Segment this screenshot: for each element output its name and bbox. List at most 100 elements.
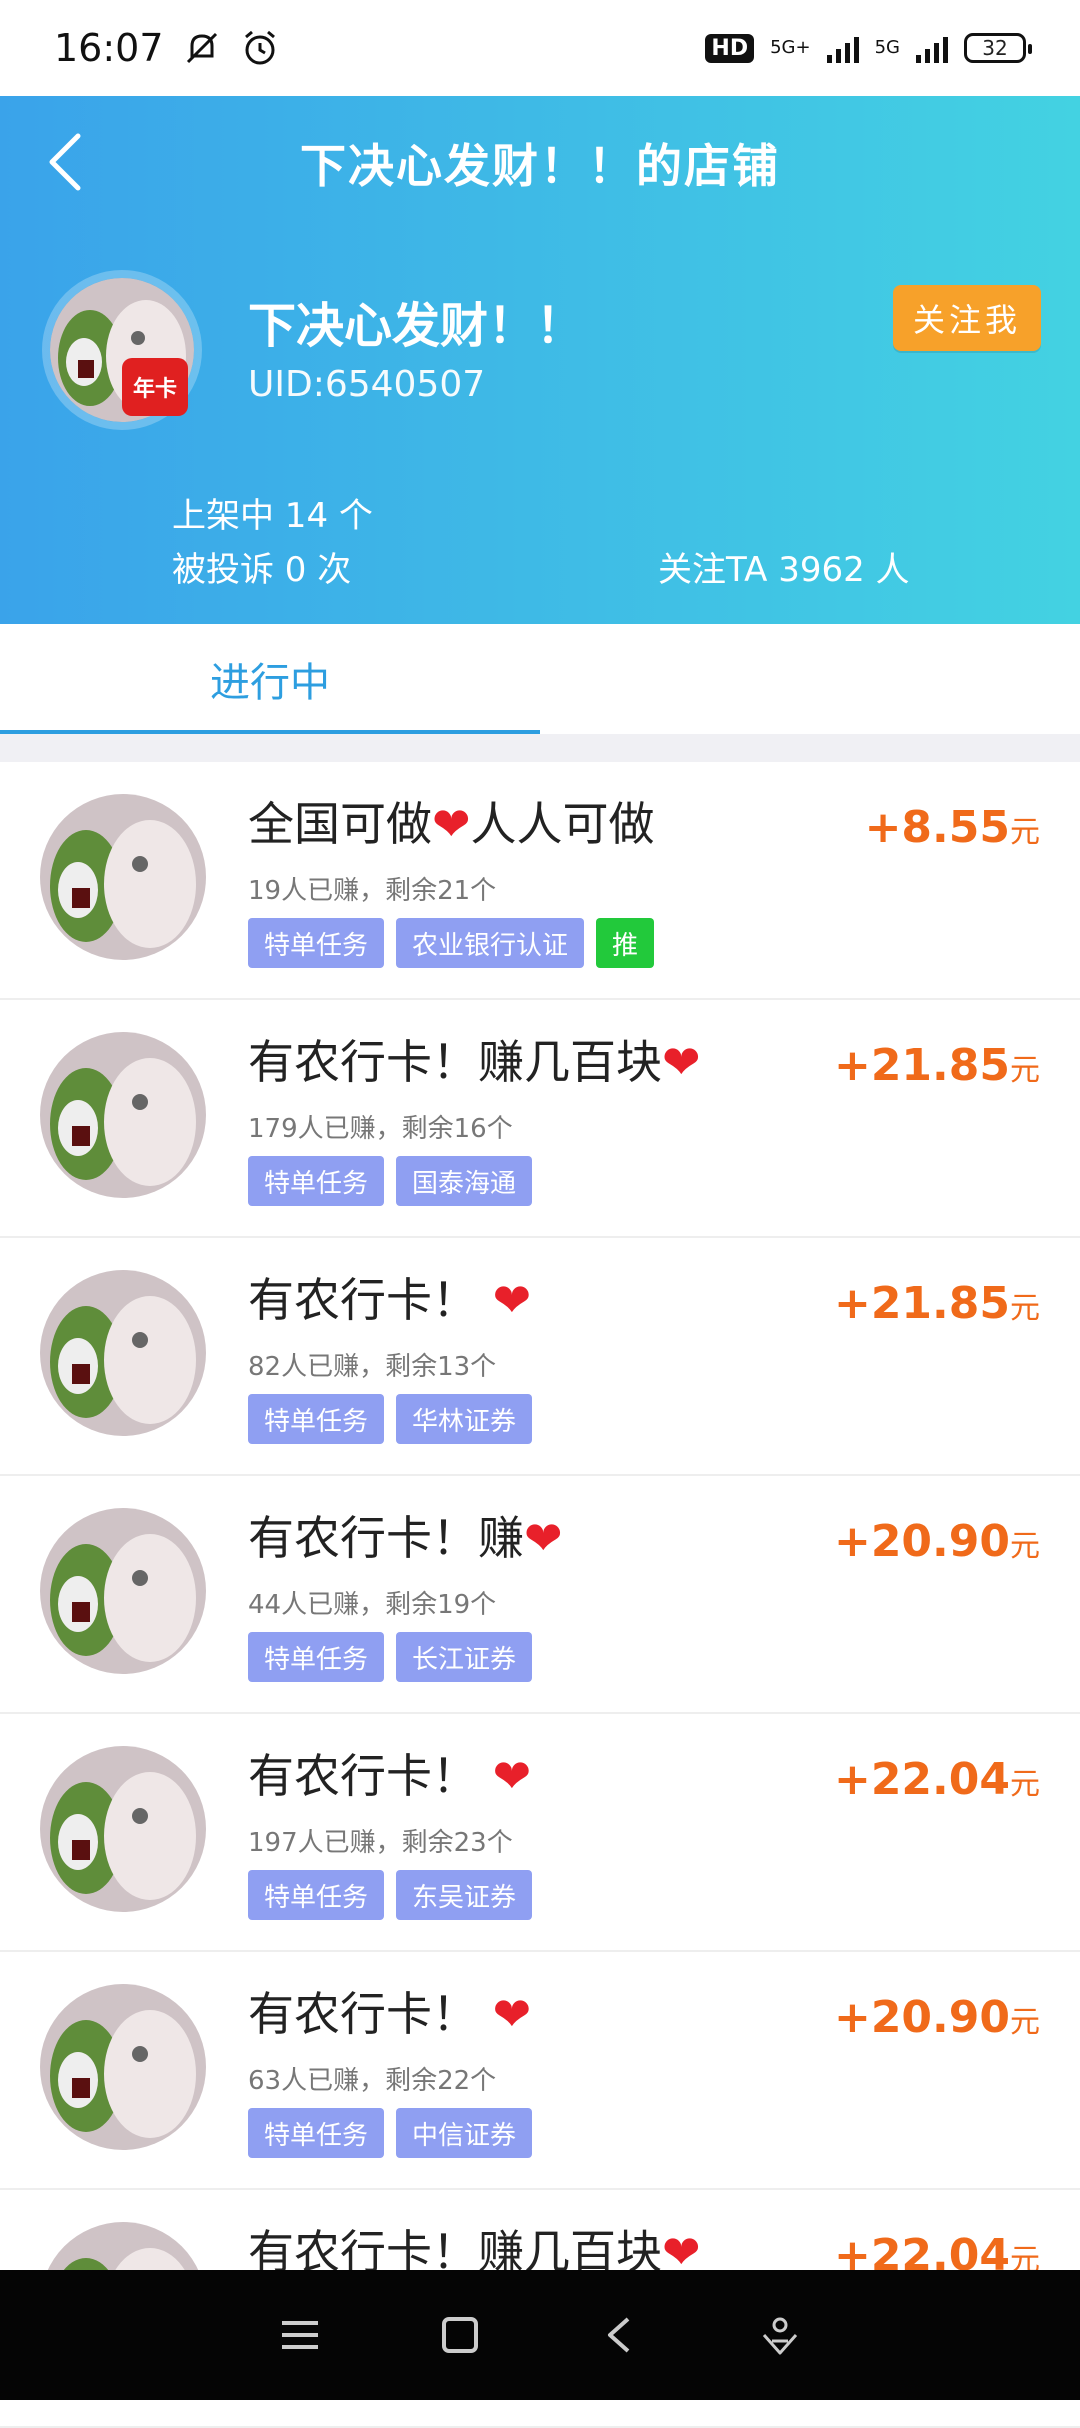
hd-badge: HD — [705, 33, 755, 63]
battery-icon: 32 — [964, 33, 1032, 63]
task-avatar — [40, 1032, 206, 1198]
status-time: 16:07 — [54, 26, 164, 70]
battery-level: 32 — [982, 36, 1008, 60]
heart-icon: ❤ — [524, 1511, 563, 1565]
complaint-count: 被投诉 0 次 — [172, 550, 352, 590]
task-row[interactable]: 有农行卡！ ❤ 63人已赚，剩余22个 特单任务 中信证券 +20.90元 — [0, 1952, 1080, 2190]
task-price: +20.90元 — [834, 1992, 1040, 2043]
task-tag: 中信证券 — [396, 2108, 533, 2158]
task-price-value: +22.04 — [833, 1754, 1010, 1805]
task-title: 有农行卡！赚几百块❤ — [248, 1026, 701, 1092]
task-tags: 特单任务 华林证券 — [248, 1394, 533, 1444]
task-title: 有农行卡！ ❤ — [248, 1264, 531, 1330]
avatar-image — [40, 1746, 206, 1912]
back-nav-button[interactable] — [585, 2300, 655, 2370]
task-row[interactable]: 有农行卡！ ❤ 82人已赚，剩余13个 特单任务 华林证券 +21.85元 — [0, 1238, 1080, 1476]
task-tag: 华林证券 — [396, 1394, 533, 1444]
tab-bar: 进行中 — [0, 624, 1080, 734]
task-progress: 82人已赚，剩余13个 — [248, 1352, 497, 1382]
recommend-tag: 推 — [596, 918, 655, 968]
avatar-image — [40, 1508, 206, 1674]
task-progress: 197人已赚，剩余23个 — [248, 1828, 513, 1858]
task-price-value: +20.90 — [833, 1992, 1010, 2043]
task-tags: 特单任务 长江证券 — [248, 1632, 533, 1682]
menu-icon — [282, 2321, 318, 2349]
task-title-text: 有农行卡！赚几百块 — [248, 1035, 662, 1089]
task-title-text: 有农行卡！ — [248, 1987, 478, 2041]
task-list: 全国可做❤人人可做 19人已赚，剩余21个 特单任务 农业银行认证 推 +8.5… — [0, 762, 1080, 2428]
task-tags: 特单任务 国泰海通 — [248, 1156, 533, 1206]
task-price-value: +21.85 — [833, 1278, 1010, 1329]
task-price-value: +8.55 — [864, 802, 1010, 853]
task-price: +20.90元 — [834, 1516, 1040, 1567]
home-button[interactable] — [425, 2300, 495, 2370]
heart-icon: ❤ — [662, 1035, 701, 1089]
task-tag: 特单任务 — [248, 1156, 385, 1206]
assistant-button[interactable] — [745, 2300, 815, 2370]
price-unit: 元 — [1010, 1291, 1040, 1326]
avatar-image — [40, 1032, 206, 1198]
task-title: 有农行卡！ ❤ — [248, 1978, 531, 2044]
on-shelf-count: 上架中 14 个 — [172, 496, 373, 536]
shop-uid: UID:6540507 — [248, 364, 486, 405]
task-avatar — [40, 1270, 206, 1436]
task-tag: 特单任务 — [248, 1870, 385, 1920]
follower-count: 关注TA 3962 人 — [658, 550, 910, 590]
system-nav-bar — [0, 2270, 1080, 2400]
task-avatar — [40, 1984, 206, 2150]
task-price: +22.04元 — [834, 1754, 1040, 1805]
task-title: 全国可做❤人人可做 — [248, 788, 655, 854]
task-tags: 特单任务 农业银行认证 推 — [248, 918, 655, 968]
task-progress: 63人已赚，剩余22个 — [248, 2066, 497, 2096]
task-row[interactable]: 有农行卡！赚❤ 44人已赚，剩余19个 特单任务 长江证券 +20.90元 — [0, 1476, 1080, 1714]
heart-icon: ❤ — [492, 1273, 532, 1327]
section-divider — [0, 734, 1080, 762]
status-left: 16:07 — [54, 26, 280, 70]
task-tag: 特单任务 — [248, 1632, 385, 1682]
task-tag: 农业银行认证 — [396, 918, 585, 968]
annual-card-badge: 年卡 — [122, 358, 188, 416]
menu-button[interactable] — [265, 2300, 335, 2370]
task-row[interactable]: 有农行卡！赚几百块❤ 179人已赚，剩余16个 特单任务 国泰海通 +21.85… — [0, 1000, 1080, 1238]
avatar-image — [40, 794, 206, 960]
heart-icon: ❤ — [492, 1749, 532, 1803]
task-row[interactable]: 有农行卡！ ❤ 197人已赚，剩余23个 特单任务 东吴证券 +22.04元 — [0, 1714, 1080, 1952]
task-title-text: 有农行卡！赚 — [248, 1511, 524, 1565]
task-tag: 东吴证券 — [396, 1870, 533, 1920]
task-title-text: 全国可做 — [248, 797, 432, 851]
price-unit: 元 — [1010, 1529, 1040, 1564]
assistant-icon — [762, 2317, 798, 2355]
task-tag: 特单任务 — [248, 2108, 385, 2158]
task-tag: 国泰海通 — [396, 1156, 533, 1206]
price-unit: 元 — [1010, 2005, 1040, 2040]
task-tags: 特单任务 中信证券 — [248, 2108, 533, 2158]
task-title-text: 有农行卡！ — [248, 1749, 478, 1803]
task-price-value: +21.85 — [833, 1040, 1010, 1091]
shop-name: 下决心发财！！ — [248, 298, 585, 354]
task-price: +21.85元 — [834, 1040, 1040, 1091]
task-title: 有农行卡！ ❤ — [248, 1740, 531, 1806]
task-progress: 19人已赚，剩余21个 — [248, 876, 497, 906]
status-bar: 16:07 HD 5G+ 5G 32 — [0, 0, 1080, 96]
task-tag: 特单任务 — [248, 918, 385, 968]
task-row[interactable]: 全国可做❤人人可做 19人已赚，剩余21个 特单任务 农业银行认证 推 +8.5… — [0, 762, 1080, 1000]
price-unit: 元 — [1010, 815, 1040, 850]
follow-button[interactable]: 关注我 — [893, 285, 1041, 351]
mute-bell-icon — [186, 32, 217, 64]
task-title-suffix: 人人可做 — [470, 797, 655, 851]
shop-header: 下决心发财！！的店铺 年卡 下决心发财！！ UID:6540507 关注我 上架… — [0, 96, 1080, 624]
task-avatar — [40, 794, 206, 960]
task-tag: 特单任务 — [248, 1394, 385, 1444]
avatar-image — [40, 1270, 206, 1436]
price-unit: 元 — [1010, 1767, 1040, 1802]
task-price: +8.55元 — [865, 802, 1040, 853]
task-avatar — [40, 1746, 206, 1912]
task-title: 有农行卡！赚❤ — [248, 1502, 563, 1568]
task-title-text: 有农行卡！ — [248, 1273, 478, 1327]
task-price: +21.85元 — [834, 1278, 1040, 1329]
page-title: 下决心发财！！的店铺 — [300, 139, 780, 193]
signal-1-icon — [826, 33, 859, 63]
task-avatar — [40, 1508, 206, 1674]
tab-in-progress[interactable]: 进行中 — [0, 624, 540, 734]
task-price-value: +20.90 — [833, 1516, 1010, 1567]
